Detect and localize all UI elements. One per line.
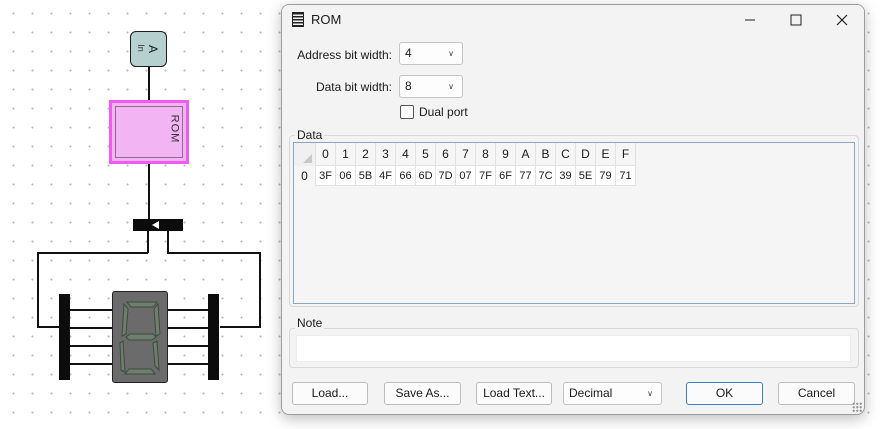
column-header[interactable]: A: [516, 143, 536, 166]
grid-cell[interactable]: 66: [396, 166, 416, 186]
data-bit-width-value: 8: [405, 79, 412, 93]
column-header[interactable]: 6: [436, 143, 456, 166]
column-header[interactable]: 4: [396, 143, 416, 166]
memory-chip-icon: [292, 12, 304, 27]
input-pin-label: A: [146, 44, 161, 54]
column-header[interactable]: 9: [496, 143, 516, 166]
save-as-button[interactable]: Save As...: [384, 382, 461, 405]
bus-left[interactable]: [59, 294, 70, 380]
note-group-title: Note: [295, 316, 325, 330]
grid-cell[interactable]: 6F: [496, 166, 516, 186]
wire: [220, 326, 261, 328]
resize-grip-icon[interactable]: [852, 402, 862, 412]
dual-port-checkbox[interactable]: [400, 105, 414, 119]
wire: [147, 231, 149, 253]
format-select[interactable]: Decimal ∨: [563, 382, 662, 405]
wire: [37, 252, 39, 328]
format-select-value: Decimal: [569, 386, 613, 400]
grid-cell[interactable]: 77: [516, 166, 536, 186]
address-bit-width-select[interactable]: 4 ∨: [399, 42, 463, 65]
wire: [70, 363, 112, 365]
bus-right[interactable]: [208, 294, 219, 380]
seven-segment-digit-icon: [119, 301, 161, 375]
wire: [70, 345, 112, 347]
input-pin[interactable]: A In: [130, 31, 167, 67]
grid-cell[interactable]: 7D: [436, 166, 456, 186]
rom-component[interactable]: ROM: [109, 100, 189, 164]
column-header[interactable]: E: [596, 143, 616, 166]
wire: [167, 252, 261, 254]
row-header[interactable]: 0: [294, 166, 316, 186]
wire: [168, 309, 208, 311]
data-bit-width-label: Data bit width:: [315, 80, 392, 94]
load-text-button[interactable]: Load Text...: [476, 382, 552, 405]
column-header[interactable]: C: [556, 143, 576, 166]
grid-cell[interactable]: 5B: [356, 166, 376, 186]
title-bar[interactable]: ROM: [282, 5, 864, 35]
wire: [70, 309, 112, 311]
grid-cell[interactable]: 06: [336, 166, 356, 186]
cancel-button[interactable]: Cancel: [778, 382, 855, 405]
grid-cell[interactable]: 71: [616, 166, 636, 186]
column-header[interactable]: F: [616, 143, 636, 166]
address-bit-width-label: Address bit width:: [297, 48, 392, 62]
wire: [259, 252, 261, 328]
data-grid[interactable]: 0123456789ABCDEF 0 3F 06 5B 4F 66 6D 7D 07 7F 6F 77…: [293, 142, 855, 304]
data-group-title: Data: [295, 128, 325, 142]
grid-cell[interactable]: 07: [456, 166, 476, 186]
wire: [148, 67, 150, 101]
wire: [168, 345, 208, 347]
wire: [167, 231, 169, 253]
grid-cell[interactable]: 6D: [416, 166, 436, 186]
column-header[interactable]: 5: [416, 143, 436, 166]
circuit-canvas[interactable]: A In ROM: [0, 0, 285, 429]
minimize-button[interactable]: [727, 5, 773, 35]
grid-cell[interactable]: 79: [596, 166, 616, 186]
dialog-title: ROM: [311, 12, 342, 27]
splitter[interactable]: [133, 219, 183, 231]
column-header[interactable]: 7: [456, 143, 476, 166]
address-bit-width-value: 4: [405, 46, 412, 60]
seven-segment-display[interactable]: [112, 291, 168, 383]
wire: [70, 327, 112, 329]
chevron-down-icon: ∨: [448, 82, 454, 91]
input-pin-glyph: In: [135, 44, 146, 52]
ok-button[interactable]: OK: [686, 382, 763, 405]
column-header[interactable]: D: [576, 143, 596, 166]
load-button[interactable]: Load...: [292, 382, 368, 405]
grid-header-row: 0123456789ABCDEF: [294, 143, 636, 166]
rom-component-label: ROM: [168, 114, 181, 144]
wire: [37, 326, 59, 328]
column-header[interactable]: 2: [356, 143, 376, 166]
grid-cell[interactable]: 39: [556, 166, 576, 186]
maximize-button[interactable]: [773, 5, 819, 35]
splitter-arrow-icon: [152, 221, 159, 229]
wire: [168, 327, 208, 329]
close-icon: [836, 14, 848, 26]
wire: [168, 363, 208, 365]
grid-cell[interactable]: 3F: [316, 166, 336, 186]
column-header[interactable]: 3: [376, 143, 396, 166]
dual-port-label: Dual port: [419, 105, 468, 119]
wire: [148, 163, 150, 219]
grid-cell[interactable]: 5E: [576, 166, 596, 186]
column-header[interactable]: 8: [476, 143, 496, 166]
maximize-icon: [790, 14, 802, 26]
column-header[interactable]: 0: [316, 143, 336, 166]
close-button[interactable]: [819, 5, 864, 35]
column-header[interactable]: 1: [336, 143, 356, 166]
data-bit-width-select[interactable]: 8 ∨: [399, 75, 463, 98]
grid-row: 0 3F 06 5B 4F 66 6D 7D 07 7F 6F 77 7C 39 5E 79 71: [294, 166, 636, 186]
wire: [37, 252, 148, 254]
select-all-corner[interactable]: [294, 143, 316, 166]
grid-cell[interactable]: 7F: [476, 166, 496, 186]
rom-dialog: ROM Address bit width: 4 ∨ Data bit widt…: [281, 4, 865, 415]
column-header[interactable]: B: [536, 143, 556, 166]
chevron-down-icon: ∨: [647, 389, 653, 398]
grid-cell[interactable]: 4F: [376, 166, 396, 186]
grid-cell[interactable]: 7C: [536, 166, 556, 186]
note-field[interactable]: [296, 335, 851, 362]
minimize-icon: [745, 19, 755, 21]
chevron-down-icon: ∨: [448, 49, 454, 58]
